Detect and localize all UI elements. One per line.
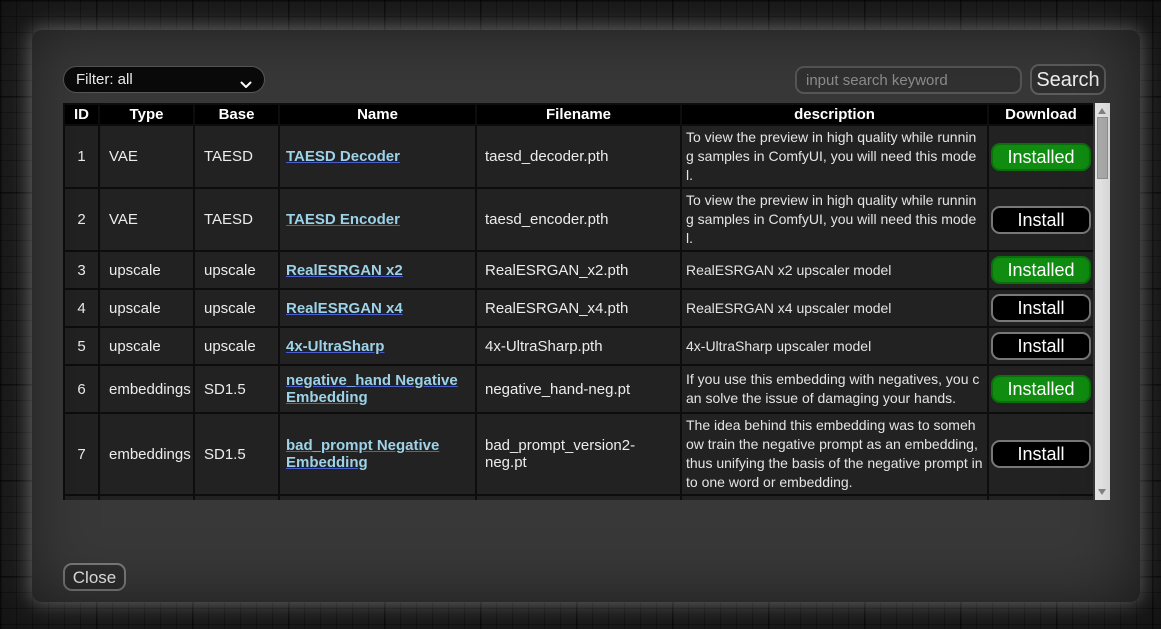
table-row: 5 upscale upscale 4x-UltraSharp 4x-Ultra… — [64, 327, 1093, 365]
model-name-link[interactable]: RealESRGAN x2 — [286, 262, 403, 279]
model-name-link[interactable]: negative_hand Negative Embedding — [286, 372, 458, 406]
cell-filename: 4x-UltraSharp.pth — [476, 327, 681, 365]
scrollbar-up-icon[interactable] — [1098, 108, 1106, 114]
cell-download — [988, 495, 1093, 500]
filter-dropdown[interactable]: Filter: all — [63, 66, 265, 93]
cell-type — [99, 495, 194, 500]
model-table: ID Type Base Name Filename description D… — [63, 103, 1093, 500]
cell-type: VAE — [99, 125, 194, 188]
cell-download: Install — [988, 289, 1093, 327]
cell-base — [194, 495, 279, 500]
table-row: 3 upscale upscale RealESRGAN x2 RealESRG… — [64, 251, 1093, 289]
install-button[interactable]: Installed — [991, 375, 1091, 403]
table-row: 2 VAE TAESD TAESD Encoder taesd_encoder.… — [64, 188, 1093, 251]
table-header-row: ID Type Base Name Filename description D… — [64, 104, 1093, 125]
close-button[interactable]: Close — [63, 563, 126, 591]
model-name-link[interactable]: 4x-UltraSharp — [286, 338, 384, 355]
cell-download: Installed — [988, 251, 1093, 289]
cell-description: RealESRGAN x2 upscaler model — [681, 251, 988, 289]
table-row: 4 upscale upscale RealESRGAN x4 RealESRG… — [64, 289, 1093, 327]
model-name-link[interactable]: TAESD Decoder — [286, 148, 400, 165]
install-button[interactable]: Install — [991, 332, 1091, 360]
cell-base: SD1.5 — [194, 413, 279, 495]
cell-description: If you use this embedding with negatives… — [681, 365, 988, 413]
cell-filename: bad_prompt_version2-neg.pt — [476, 413, 681, 495]
cell-id: 6 — [64, 365, 99, 413]
cell-name: 4x-UltraSharp — [279, 327, 476, 365]
cell-description: 4x-UltraSharp upscaler model — [681, 327, 988, 365]
scrollbar-down-icon[interactable] — [1098, 489, 1106, 495]
cell-filename: RealESRGAN_x2.pth — [476, 251, 681, 289]
cell-description: The idea behind this embedding was to so… — [681, 413, 988, 495]
cell-base: TAESD — [194, 125, 279, 188]
cell-id: 1 — [64, 125, 99, 188]
cell-name: bad_prompt Negative Embedding — [279, 413, 476, 495]
column-header-base: Base — [194, 104, 279, 125]
cell-download: Install — [988, 413, 1093, 495]
install-button[interactable]: Install — [991, 294, 1091, 322]
cell-id — [64, 495, 99, 500]
cell-description: To view the preview in high quality whil… — [681, 188, 988, 251]
column-header-description: description — [681, 104, 988, 125]
cell-type: embeddings — [99, 413, 194, 495]
filter-dropdown-label: Filter: all — [76, 71, 133, 88]
model-name-link[interactable]: RealESRGAN x4 — [286, 300, 403, 317]
cell-id: 2 — [64, 188, 99, 251]
cell-type: upscale — [99, 289, 194, 327]
column-header-type: Type — [99, 104, 194, 125]
cell-type: upscale — [99, 251, 194, 289]
table-row: 1 VAE TAESD TAESD Decoder taesd_decoder.… — [64, 125, 1093, 188]
cell-description: These embedding learn what disgusting co… — [681, 495, 988, 500]
cell-type: upscale — [99, 327, 194, 365]
column-header-download: Download — [988, 104, 1093, 125]
cell-base: SD1.5 — [194, 365, 279, 413]
cell-base: upscale — [194, 327, 279, 365]
table-scrollbar[interactable] — [1095, 103, 1110, 500]
cell-name: negative_hand Negative Embedding — [279, 365, 476, 413]
search-button[interactable]: Search — [1030, 64, 1106, 95]
cell-id: 3 — [64, 251, 99, 289]
cell-filename: taesd_decoder.pth — [476, 125, 681, 188]
column-header-filename: Filename — [476, 104, 681, 125]
cell-download: Install — [988, 327, 1093, 365]
install-button[interactable]: Install — [991, 440, 1091, 468]
cell-filename: RealESRGAN_x4.pth — [476, 289, 681, 327]
table-row: 7 embeddings SD1.5 bad_prompt Negative E… — [64, 413, 1093, 495]
cell-name — [279, 495, 476, 500]
cell-type: embeddings — [99, 365, 194, 413]
model-name-link[interactable]: TAESD Encoder — [286, 211, 400, 228]
scrollbar-thumb[interactable] — [1097, 117, 1108, 179]
cell-download: Installed — [988, 125, 1093, 188]
cell-name: TAESD Encoder — [279, 188, 476, 251]
cell-filename — [476, 495, 681, 500]
column-header-name: Name — [279, 104, 476, 125]
cell-id: 5 — [64, 327, 99, 365]
cell-base: TAESD — [194, 188, 279, 251]
cell-name: RealESRGAN x2 — [279, 251, 476, 289]
install-button[interactable]: Installed — [991, 256, 1091, 284]
install-button[interactable]: Installed — [991, 143, 1091, 171]
cell-name: RealESRGAN x4 — [279, 289, 476, 327]
cell-description: RealESRGAN x4 upscaler model — [681, 289, 988, 327]
cell-name: TAESD Decoder — [279, 125, 476, 188]
search-input[interactable] — [795, 66, 1022, 94]
table-row: 6 embeddings SD1.5 negative_hand Negativ… — [64, 365, 1093, 413]
cell-base: upscale — [194, 251, 279, 289]
chevron-down-icon — [240, 76, 252, 84]
model-table-container: ID Type Base Name Filename description D… — [63, 103, 1093, 500]
cell-id: 4 — [64, 289, 99, 327]
cell-id: 7 — [64, 413, 99, 495]
cell-filename: taesd_encoder.pth — [476, 188, 681, 251]
model-manager-dialog: Filter: all Search ID Type Base Name Fil… — [32, 30, 1140, 602]
model-name-link[interactable]: bad_prompt Negative Embedding — [286, 437, 439, 471]
cell-description: To view the preview in high quality whil… — [681, 125, 988, 188]
install-button[interactable]: Install — [991, 206, 1091, 234]
cell-type: VAE — [99, 188, 194, 251]
column-header-id: ID — [64, 104, 99, 125]
cell-download: Installed — [988, 365, 1093, 413]
cell-filename: negative_hand-neg.pt — [476, 365, 681, 413]
cell-base: upscale — [194, 289, 279, 327]
cell-download: Install — [988, 188, 1093, 251]
table-row: These embedding learn what disgusting co… — [64, 495, 1093, 500]
